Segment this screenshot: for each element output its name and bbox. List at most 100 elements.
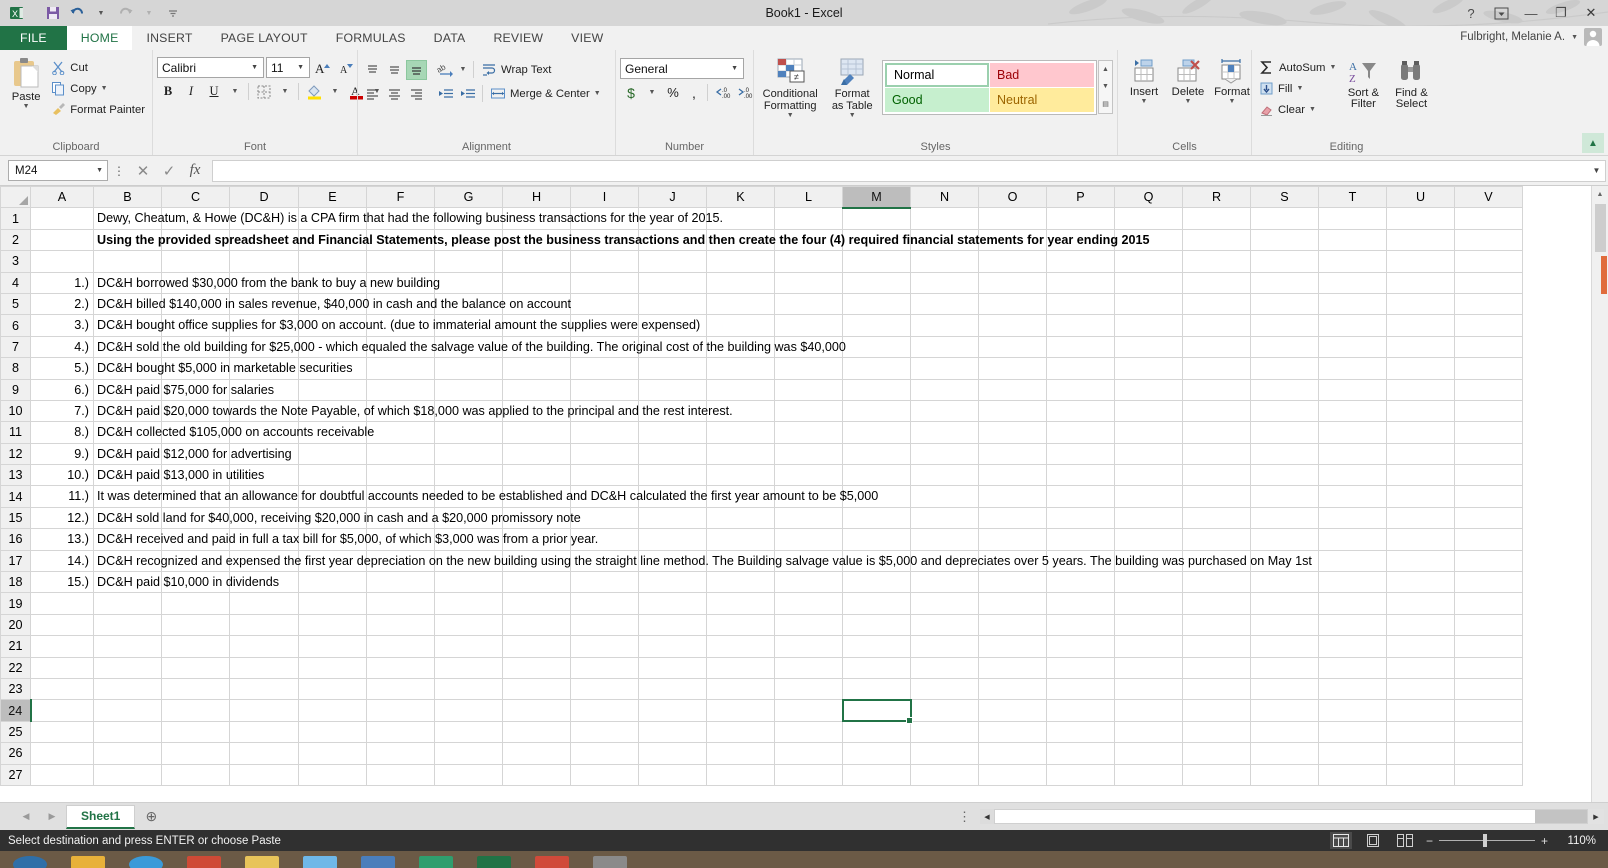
cell-E23[interactable] bbox=[298, 677, 367, 701]
table-row[interactable]: 5 2.) DC&H billed $140,000 in sales revenu… bbox=[0, 292, 1523, 316]
cell-L12[interactable] bbox=[774, 442, 843, 466]
cell-O3[interactable] bbox=[978, 250, 1047, 273]
format-cells-button[interactable]: Format ▼ bbox=[1210, 56, 1254, 106]
cell-G18[interactable] bbox=[434, 571, 503, 594]
column-header-l[interactable]: L bbox=[774, 186, 843, 209]
cell-U14[interactable] bbox=[1386, 485, 1455, 508]
cell-H21[interactable] bbox=[502, 635, 571, 658]
cell-C1[interactable] bbox=[161, 207, 230, 230]
redo-icon[interactable] bbox=[114, 2, 136, 24]
cell-J6[interactable] bbox=[638, 314, 707, 337]
cell-E2[interactable] bbox=[298, 228, 367, 252]
row-header-4[interactable]: 4 bbox=[0, 271, 31, 294]
cell-C15[interactable] bbox=[161, 506, 230, 530]
cell-B23[interactable] bbox=[93, 677, 162, 701]
cell-C21[interactable] bbox=[161, 635, 230, 658]
style-bad[interactable]: Bad bbox=[990, 63, 1094, 87]
cell-Q18[interactable] bbox=[1114, 571, 1183, 594]
cell-M4[interactable] bbox=[842, 271, 911, 294]
decrease-font-size-button[interactable]: A bbox=[336, 57, 358, 78]
cell-S10[interactable] bbox=[1250, 399, 1319, 423]
style-good[interactable]: Good bbox=[885, 88, 989, 112]
cell-G6[interactable] bbox=[434, 314, 503, 337]
cell-I21[interactable] bbox=[570, 635, 639, 658]
row-header-22[interactable]: 22 bbox=[0, 656, 31, 679]
column-header-h[interactable]: H bbox=[502, 186, 571, 209]
cell-R23[interactable] bbox=[1182, 677, 1251, 701]
horizontal-scrollbar[interactable] bbox=[994, 809, 1588, 824]
cell-R8[interactable] bbox=[1182, 357, 1251, 380]
cell-N25[interactable] bbox=[910, 720, 979, 744]
cell-E14[interactable] bbox=[298, 485, 367, 508]
cell-J7[interactable] bbox=[638, 335, 707, 359]
cell-P2[interactable] bbox=[1046, 228, 1115, 252]
cell-N19[interactable] bbox=[910, 592, 979, 615]
zoom-out-icon[interactable]: − bbox=[1426, 834, 1433, 848]
cell-J24[interactable] bbox=[638, 699, 707, 722]
cell-U19[interactable] bbox=[1386, 592, 1455, 615]
styles-scroll-up-icon[interactable]: ▲ bbox=[1099, 61, 1112, 78]
taskbar-item[interactable] bbox=[60, 852, 116, 868]
cell-D12[interactable] bbox=[229, 442, 299, 466]
cell-M18[interactable] bbox=[842, 571, 911, 594]
cell-O9[interactable] bbox=[978, 378, 1047, 401]
cell-Q25[interactable] bbox=[1114, 720, 1183, 744]
cell-O10[interactable] bbox=[978, 399, 1047, 423]
cell-C7[interactable] bbox=[161, 335, 230, 359]
horizontal-scroll-track[interactable] bbox=[1535, 810, 1587, 823]
cell-A10[interactable]: 7.) bbox=[30, 399, 94, 423]
cell-E20[interactable] bbox=[298, 613, 367, 637]
cell-L22[interactable] bbox=[774, 656, 843, 679]
column-header-m[interactable]: M bbox=[842, 186, 911, 209]
cell-B4[interactable]: DC&H borrowed $30,000 from the bank to b… bbox=[93, 271, 440, 294]
cell-H2[interactable] bbox=[502, 228, 571, 252]
cell-A9[interactable]: 6.) bbox=[30, 378, 94, 401]
borders-dropdown-icon[interactable]: ▼ bbox=[276, 81, 294, 102]
cell-L26[interactable] bbox=[774, 742, 843, 765]
cell-S19[interactable] bbox=[1250, 592, 1319, 615]
cell-Q4[interactable] bbox=[1114, 271, 1183, 294]
cell-S21[interactable] bbox=[1250, 635, 1319, 658]
cell-T19[interactable] bbox=[1318, 592, 1387, 615]
number-format-dropdown-icon[interactable]: ▼ bbox=[728, 65, 741, 72]
cell-V21[interactable] bbox=[1454, 635, 1523, 658]
fill-color-dropdown-icon[interactable]: ▼ bbox=[326, 81, 344, 102]
cell-G22[interactable] bbox=[434, 656, 503, 679]
cell-F6[interactable] bbox=[366, 314, 435, 337]
table-row[interactable]: 19 bbox=[0, 592, 1523, 615]
taskbar-item[interactable] bbox=[524, 852, 580, 868]
cell-K14[interactable] bbox=[706, 485, 775, 508]
tab-home[interactable]: HOME bbox=[66, 26, 133, 50]
cell-P24[interactable] bbox=[1046, 699, 1115, 722]
worksheet-grid[interactable]: ABCDEFGHIJKLMNOPQRSTUV 1 Dewy, Cheatum, &… bbox=[0, 186, 1523, 786]
cell-E27[interactable] bbox=[298, 763, 367, 786]
table-row[interactable]: 3 bbox=[0, 250, 1523, 273]
cell-C11[interactable] bbox=[161, 421, 230, 444]
cell-D17[interactable] bbox=[229, 549, 299, 573]
cell-E3[interactable] bbox=[298, 250, 367, 273]
cell-C18[interactable] bbox=[161, 571, 230, 594]
cell-F5[interactable] bbox=[366, 292, 435, 316]
cell-I11[interactable] bbox=[570, 421, 639, 444]
cell-R10[interactable] bbox=[1182, 399, 1251, 423]
column-header-p[interactable]: P bbox=[1046, 186, 1115, 209]
enter-icon[interactable]: ✓ bbox=[156, 160, 182, 182]
cell-J5[interactable] bbox=[638, 292, 707, 316]
undo-icon[interactable] bbox=[66, 2, 88, 24]
column-header-e[interactable]: E bbox=[298, 186, 367, 209]
cell-B27[interactable] bbox=[93, 763, 162, 786]
cell-H3[interactable] bbox=[502, 250, 571, 273]
cell-O20[interactable] bbox=[978, 613, 1047, 637]
cell-J22[interactable] bbox=[638, 656, 707, 679]
cell-Q24[interactable] bbox=[1114, 699, 1183, 722]
table-row[interactable]: 11 8.) DC&H collected $105,000 on accounts… bbox=[0, 421, 1523, 444]
cell-Q3[interactable] bbox=[1114, 250, 1183, 273]
user-dropdown-icon[interactable]: ▼ bbox=[1571, 34, 1578, 41]
cell-N3[interactable] bbox=[910, 250, 979, 273]
cell-M6[interactable] bbox=[842, 314, 911, 337]
table-row[interactable]: 14 11.) It was determined that an allowanc… bbox=[0, 485, 1523, 508]
cell-K4[interactable] bbox=[706, 271, 775, 294]
cell-U20[interactable] bbox=[1386, 613, 1455, 637]
cell-S17[interactable] bbox=[1250, 549, 1319, 573]
cell-G4[interactable] bbox=[434, 271, 503, 294]
